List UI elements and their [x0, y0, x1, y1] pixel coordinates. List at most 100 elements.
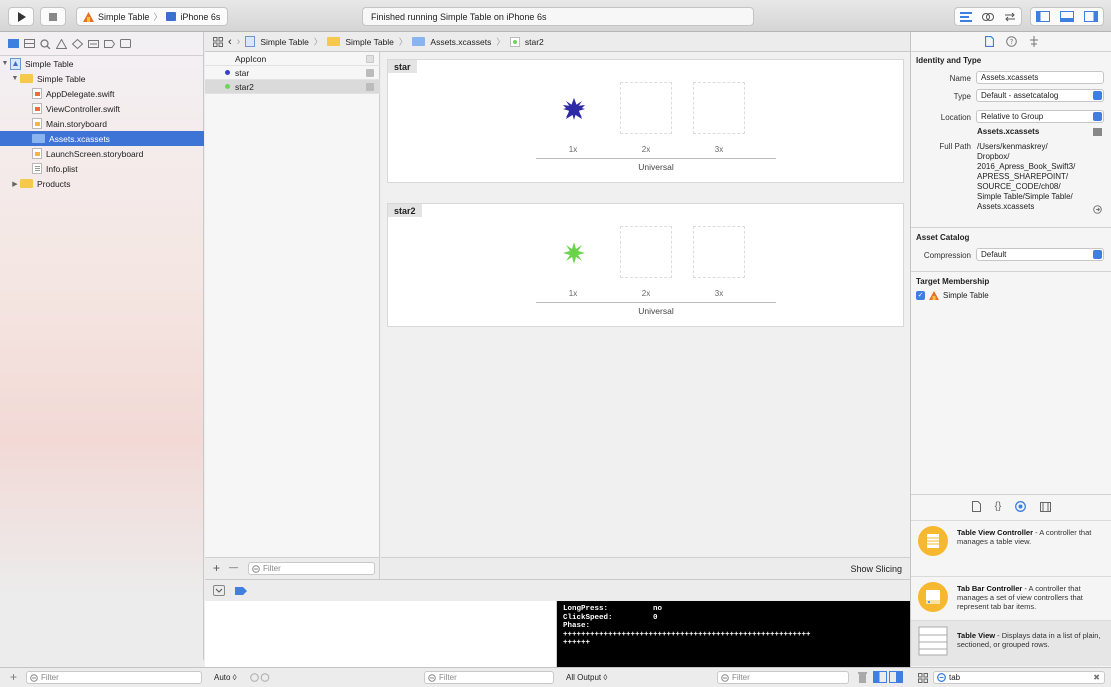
- tree-row-file[interactable]: AppDelegate.swift: [0, 86, 204, 101]
- media-library-icon[interactable]: [1040, 501, 1052, 512]
- console-line: Phase:: [563, 622, 591, 630]
- image-slot-3x[interactable]: [693, 82, 745, 134]
- stop-button[interactable]: [40, 7, 66, 26]
- assistant-editor-icon[interactable]: [982, 12, 994, 22]
- tree-row-file[interactable]: LaunchScreen.storyboard: [0, 146, 204, 161]
- breadcrumb-item[interactable]: Simple Table: [260, 37, 309, 47]
- file-template-icon[interactable]: [971, 501, 981, 512]
- version-editor-icon[interactable]: [1004, 12, 1016, 22]
- filter-placeholder: Filter: [732, 673, 750, 682]
- disclosure-open-icon[interactable]: ▼: [10, 75, 20, 82]
- disclosure-closed-icon[interactable]: ▶: [10, 180, 20, 188]
- asset-filter-field[interactable]: Filter: [248, 562, 375, 575]
- console-filter-field[interactable]: Filter: [717, 671, 849, 684]
- output-selector-popup[interactable]: All Output ◊: [566, 673, 607, 682]
- library-item-selected[interactable]: Table View - Displays data in a list of …: [911, 620, 1111, 666]
- asset-list: AppIcon star star2: [205, 52, 380, 560]
- stop-icon: [49, 12, 57, 21]
- hide-debug-area-icon[interactable]: [213, 585, 225, 596]
- location-popup[interactable]: Relative to Group: [976, 110, 1104, 123]
- breadcrumb-item[interactable]: Assets.xcassets: [430, 37, 491, 47]
- help-icon[interactable]: ?: [1005, 36, 1017, 47]
- tree-row-file[interactable]: ViewController.swift: [0, 101, 204, 116]
- toggle-debug-area-icon[interactable]: [1060, 11, 1074, 22]
- checkbox-checked-icon[interactable]: ✓: [916, 291, 925, 300]
- related-items-icon[interactable]: [213, 36, 223, 47]
- library-item[interactable]: Table View Controller - A controller tha…: [911, 520, 1111, 560]
- library-search-field[interactable]: tab ✖: [933, 671, 1105, 684]
- image-set-name: star: [388, 60, 417, 73]
- add-file-button[interactable]: +: [10, 670, 17, 684]
- disclosure-open-icon[interactable]: ▼: [0, 60, 10, 67]
- test-diamond-icon[interactable]: [72, 38, 83, 49]
- layout-toggle-icon[interactable]: [873, 671, 903, 683]
- quick-look-icons[interactable]: [250, 673, 270, 682]
- toggle-navigator-icon[interactable]: [1036, 11, 1050, 22]
- object-library-icon[interactable]: [1015, 501, 1027, 512]
- idiom-divider: [536, 302, 776, 303]
- tree-label: Simple Table: [37, 73, 86, 84]
- image-slot-1x[interactable]: [547, 226, 599, 278]
- image-set-star[interactable]: star 1x 2x 3x Universal: [387, 59, 904, 183]
- breadcrumb-item[interactable]: star2: [525, 37, 544, 47]
- debug-gauge-icon[interactable]: [88, 39, 99, 49]
- library-item-title: Tab Bar Controller: [957, 584, 1023, 593]
- clear-search-icon[interactable]: ✖: [1093, 673, 1100, 682]
- compression-popup[interactable]: Default: [976, 248, 1104, 261]
- forward-icon[interactable]: ›: [237, 36, 241, 48]
- variables-scope-popup[interactable]: Auto ◊: [214, 673, 237, 682]
- asset-row-selected[interactable]: star2: [205, 80, 380, 94]
- reveal-arrow-icon[interactable]: [1093, 205, 1102, 214]
- back-icon[interactable]: ‹: [228, 36, 232, 48]
- standard-editor-icon[interactable]: [960, 11, 972, 22]
- name-value: Assets.xcassets: [981, 73, 1039, 82]
- trash-icon[interactable]: [858, 672, 867, 683]
- run-button[interactable]: [8, 7, 34, 26]
- tree-row-file-selected[interactable]: Assets.xcassets: [0, 131, 204, 146]
- asset-row[interactable]: AppIcon: [205, 52, 380, 66]
- file-inspector-icon[interactable]: [984, 36, 994, 47]
- scheme-selector[interactable]: Simple Table 〉 iPhone 6s: [76, 7, 228, 26]
- tab-bar-controller-icon: [918, 582, 948, 612]
- tree-row-file[interactable]: Info.plist: [0, 161, 204, 176]
- image-slot-1x[interactable]: [547, 82, 599, 134]
- breakpoint-icon[interactable]: [104, 39, 115, 49]
- tree-row-group[interactable]: ▼ Simple Table: [0, 71, 204, 86]
- image-slot-2x[interactable]: [620, 226, 672, 278]
- toggle-utilities-icon[interactable]: [1084, 11, 1098, 22]
- folder-reveal-icon[interactable]: [1093, 128, 1102, 136]
- tree-row-group[interactable]: ▶ Products: [0, 176, 204, 191]
- type-popup[interactable]: Default - assetcatalog: [976, 89, 1104, 102]
- show-slicing-button[interactable]: Show Slicing: [850, 564, 902, 574]
- editor-mode-group: [954, 7, 1022, 26]
- chevron-right-icon: 〉: [496, 36, 505, 47]
- library-item[interactable]: Tab Bar Controller - A controller that m…: [911, 576, 1111, 616]
- asset-row[interactable]: star: [205, 66, 380, 80]
- attributes-inspector-icon[interactable]: [1029, 36, 1039, 47]
- image-slot-2x[interactable]: [620, 82, 672, 134]
- grid-view-icon[interactable]: [918, 673, 928, 683]
- remove-asset-button[interactable]: —: [229, 562, 238, 572]
- navigator-filter-field[interactable]: Filter: [26, 671, 202, 684]
- tree-label: ViewController.swift: [46, 103, 121, 114]
- image-set-star2[interactable]: star2 1x 2x 3x Universal: [387, 203, 904, 327]
- folder-icon[interactable]: [8, 39, 19, 48]
- target-membership-row[interactable]: ✓ Simple Table: [916, 291, 989, 300]
- tree-row-file[interactable]: Main.storyboard: [0, 116, 204, 131]
- breadcrumb-item[interactable]: Simple Table: [345, 37, 394, 47]
- scale-label: 3x: [714, 289, 724, 298]
- filter-icon: [30, 673, 38, 682]
- variables-filter-field[interactable]: Filter: [424, 671, 554, 684]
- add-asset-button[interactable]: +: [213, 561, 220, 575]
- report-icon[interactable]: [120, 38, 131, 49]
- search-icon[interactable]: [40, 38, 51, 49]
- activity-status: Finished running Simple Table on iPhone …: [371, 11, 547, 22]
- tree-row-project[interactable]: ▼ Simple Table: [0, 56, 204, 71]
- filter-icon: [252, 564, 260, 573]
- image-slot-3x[interactable]: [693, 226, 745, 278]
- code-snippet-icon[interactable]: {}: [995, 501, 1002, 512]
- breakpoints-toggle-icon[interactable]: [235, 587, 247, 595]
- symbol-navigator-icon[interactable]: [24, 39, 35, 48]
- issue-warning-icon[interactable]: [56, 38, 67, 49]
- name-field[interactable]: Assets.xcassets: [976, 71, 1104, 84]
